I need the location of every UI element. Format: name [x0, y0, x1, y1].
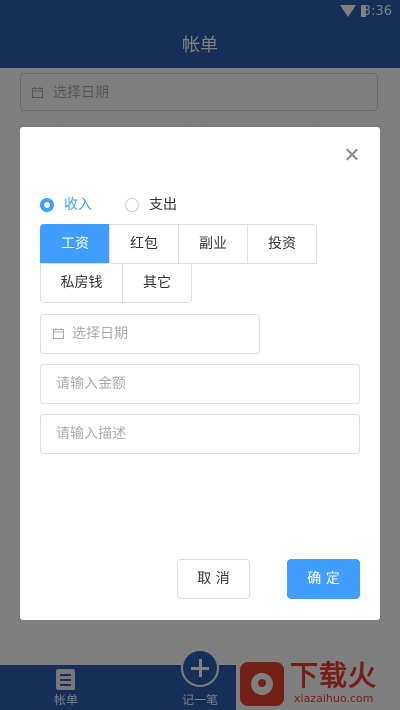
radio-label: 收入 [64, 197, 92, 213]
close-icon[interactable] [344, 147, 360, 163]
category-button[interactable]: 红包 [109, 224, 179, 264]
description-placeholder: 请输入描述 [56, 426, 126, 442]
category-button[interactable]: 工资 [40, 224, 110, 264]
add-record-dialog: 收入 支出 工资 红包 副业 投资 私房钱 其它 选择日期 请输入金额 请输入描… [20, 127, 380, 620]
radio-unchecked-icon [125, 198, 139, 212]
calendar-icon [53, 328, 64, 339]
amount-input[interactable]: 请输入金额 [40, 364, 360, 404]
radio-checked-icon [40, 198, 54, 212]
category-button[interactable]: 副业 [178, 224, 248, 264]
date-placeholder: 选择日期 [72, 326, 128, 342]
radio-expense[interactable]: 支出 [125, 195, 199, 215]
category-button[interactable]: 其它 [122, 263, 192, 303]
radio-income[interactable]: 收入 [40, 195, 114, 215]
description-input[interactable]: 请输入描述 [40, 414, 360, 454]
cancel-button[interactable]: 取 消 [177, 559, 250, 599]
confirm-button[interactable]: 确 定 [287, 559, 360, 599]
amount-placeholder: 请输入金额 [56, 376, 126, 392]
date-picker-input[interactable]: 选择日期 [40, 314, 260, 354]
radio-label: 支出 [149, 197, 177, 213]
category-button[interactable]: 投资 [247, 224, 317, 264]
category-button[interactable]: 私房钱 [40, 263, 123, 303]
